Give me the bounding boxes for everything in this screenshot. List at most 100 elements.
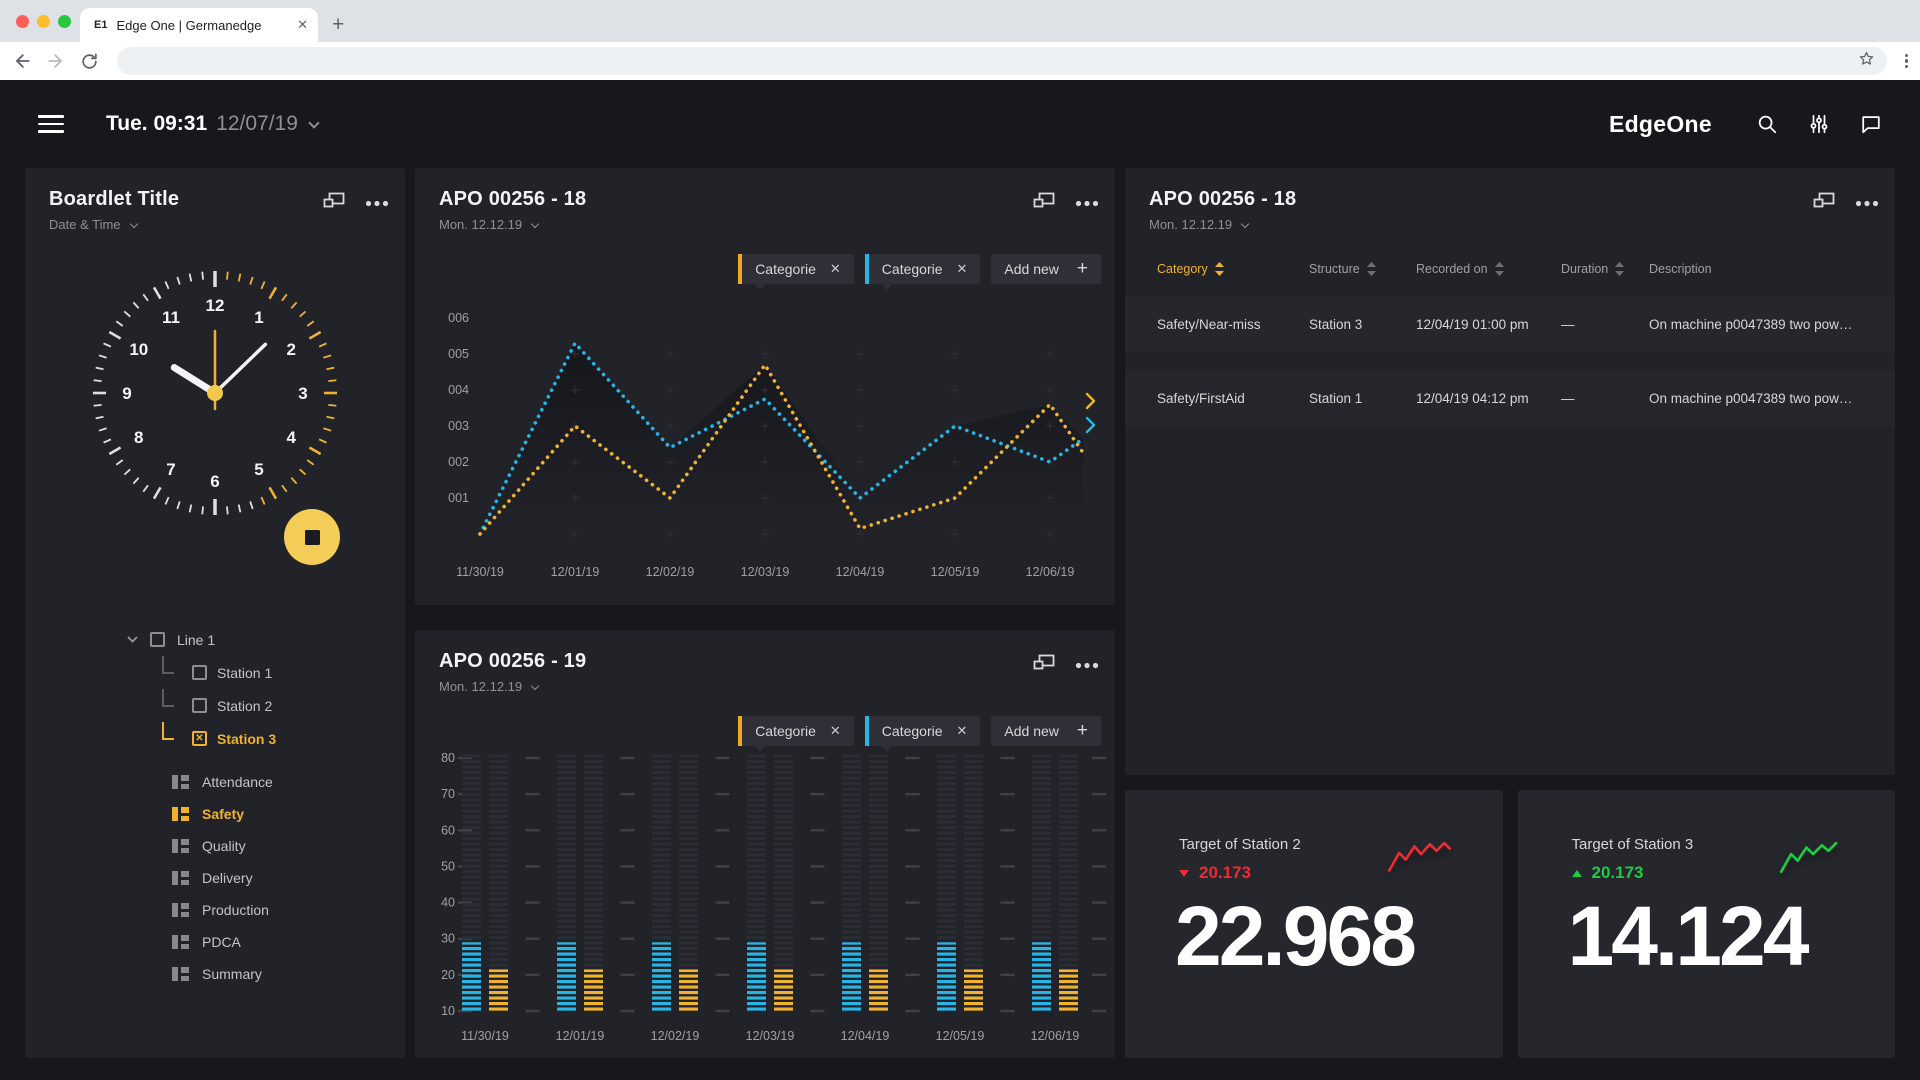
sort-icon [1367,262,1376,276]
tree-item-label: Line 1 [177,632,215,648]
sort-icon [1615,262,1624,276]
checkbox[interactable] [150,632,165,647]
svg-text:12/01/19: 12/01/19 [556,1029,605,1043]
bar-chart-panel: APO 00256 - 19 Mon. 12.12.19 Categorie✕C… [415,630,1115,1058]
tree-item-station[interactable]: Station 1 [162,656,405,689]
panel-subtitle[interactable]: Mon. 12.12.19 [439,217,586,232]
tab-close-icon[interactable]: ✕ [297,17,308,33]
boardlet-datetime-panel: Boardlet Title Date & Time 1212345678910… [25,168,405,1058]
svg-text:005: 005 [448,347,469,361]
window-minimize-button[interactable] [37,15,50,28]
chat-icon[interactable] [1860,113,1882,135]
svg-text:30: 30 [441,932,455,946]
browser-menu-icon[interactable] [1905,54,1909,69]
column-header-category[interactable]: Category [1157,262,1309,276]
panel-subtitle[interactable]: Date & Time [49,217,179,232]
panel-title: APO 00256 - 18 [1149,188,1296,211]
checkbox[interactable]: ✕ [192,731,207,746]
chip-close-icon[interactable]: ✕ [830,261,841,277]
tree-item-station[interactable]: Station 2 [162,689,405,722]
menu-item-quality[interactable]: Quality [25,830,405,862]
column-header-structure[interactable]: Structure [1309,262,1416,276]
search-icon[interactable] [1756,113,1778,135]
svg-text:12/06/19: 12/06/19 [1031,1029,1080,1043]
bookmark-star-icon[interactable] [1858,50,1875,72]
column-header-duration[interactable]: Duration [1561,262,1649,276]
menu-item-summary[interactable]: Summary [25,958,405,990]
menu-item-safety[interactable]: Safety [25,798,405,830]
more-options-icon[interactable] [1075,656,1099,674]
add-new-chip[interactable]: Add new+ [991,716,1101,746]
menu-item-production[interactable]: Production [25,894,405,926]
new-tab-button[interactable]: + [332,15,344,35]
table-row[interactable]: Safety/FirstAidStation 112/04/19 04:12 p… [1125,370,1895,426]
reload-icon[interactable] [80,52,99,71]
svg-text:12/06/19: 12/06/19 [1026,565,1075,579]
menu-icon[interactable] [38,115,64,133]
filter-sliders-icon[interactable] [1808,113,1830,135]
menu-item-pdca[interactable]: PDCA [25,926,405,958]
category-chip[interactable]: Categorie✕ [865,254,981,284]
category-chip[interactable]: Categorie ✕ [738,716,854,746]
svg-text:11: 11 [162,308,180,327]
tree-item-station[interactable]: ✕Station 3 [162,722,405,755]
svg-text:70: 70 [441,787,455,801]
menu-item-delivery[interactable]: Delivery [25,862,405,894]
chip-close-icon[interactable]: ✕ [957,723,968,739]
menu-item-label: Safety [202,806,244,822]
menu-item-attendance[interactable]: Attendance [25,766,405,798]
table-row[interactable]: Safety/Near-missStation 312/04/19 01:00 … [1125,296,1895,352]
chip-label: Categorie [882,723,943,739]
browser-toolbar [0,42,1920,80]
table-cell: Station 1 [1309,391,1416,406]
svg-text:7: 7 [166,460,175,479]
window-close-button[interactable] [16,15,29,28]
more-options-icon[interactable] [365,194,389,212]
stop-button[interactable] [284,509,340,565]
category-chip[interactable]: Categorie ✕ [865,716,981,746]
svg-text:12/04/19: 12/04/19 [836,565,885,579]
chip-close-icon[interactable]: ✕ [830,723,841,739]
panel-subtitle[interactable]: Mon. 12.12.19 [439,679,586,694]
chevron-down-icon[interactable] [127,636,138,643]
kpi-value: 22.968 [1175,888,1414,985]
chevron-down-icon[interactable] [308,117,319,128]
more-options-icon[interactable] [1855,194,1879,212]
boardlet-resize-icon[interactable] [1813,192,1835,213]
dashboard-grid-icon [172,903,189,917]
more-options-icon[interactable] [1075,194,1099,212]
add-new-chip[interactable]: Add new+ [991,254,1101,284]
chip-close-icon[interactable]: ✕ [957,261,968,277]
browser-tab[interactable]: E1 Edge One | Germanedge ✕ [80,8,318,42]
dashboard-grid-icon [172,775,189,789]
address-bar[interactable] [117,47,1887,75]
kpi-label: Target of Station 2 [1179,836,1301,853]
table-cell: Station 3 [1309,317,1416,332]
forward-icon[interactable] [46,51,66,71]
column-label: Duration [1561,262,1608,276]
svg-text:11/30/19: 11/30/19 [461,1029,509,1043]
table-cell: — [1561,317,1649,332]
plus-icon: + [1077,258,1088,280]
panel-title: APO 00256 - 18 [439,188,586,211]
checkbox[interactable] [192,698,207,713]
svg-text:12/02/19: 12/02/19 [646,565,695,579]
back-icon[interactable] [12,51,32,71]
current-time: Tue. 09:31 [106,112,207,136]
tree-item-line[interactable]: Line 1 [25,623,405,656]
menu-item-label: Quality [202,838,246,854]
column-header-recorded-on[interactable]: Recorded on [1416,262,1561,276]
category-chip[interactable]: Categorie✕ [738,254,854,284]
chip-label: Categorie [755,723,816,739]
checkbox[interactable] [192,665,207,680]
boardlet-resize-icon[interactable] [1033,654,1055,675]
svg-text:10: 10 [129,340,148,359]
browser-tabstrip: E1 Edge One | Germanedge ✕ + [0,0,1920,42]
menu-item-label: PDCA [202,934,241,950]
boardlet-resize-icon[interactable] [323,192,345,213]
panel-subtitle[interactable]: Mon. 12.12.19 [1149,217,1296,232]
tree-connector [162,689,174,707]
boardlet-resize-icon[interactable] [1033,192,1055,213]
dashboard-grid-icon [172,967,189,981]
window-zoom-button[interactable] [58,15,71,28]
